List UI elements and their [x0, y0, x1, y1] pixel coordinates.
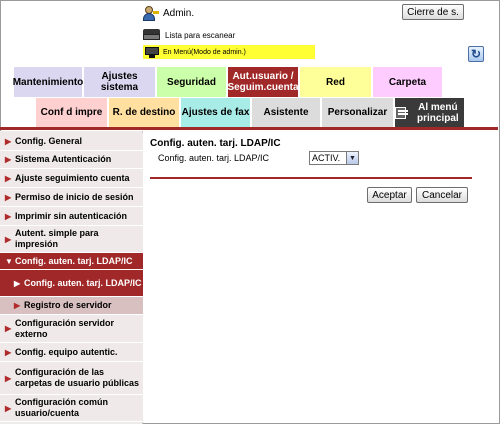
admin-user-icon — [143, 5, 159, 21]
sidebar-subitem-config-ldap-ic[interactable]: ▶ Config. auten. tarj. LDAP/IC — [0, 270, 143, 297]
tab-personalizar[interactable]: Personalizar — [322, 98, 394, 127]
sidebar-item-label: Registro de servidor — [24, 300, 112, 310]
cancel-button[interactable]: Cancelar — [416, 187, 468, 203]
admin-label: Admin. — [163, 7, 195, 19]
menu-icon — [395, 106, 408, 119]
sidebar-item-label: Config. auten. tarj. LDAP/IC — [15, 255, 133, 266]
sidebar-item-autent-simple[interactable]: ▶ Autent. simple para impresión — [0, 226, 143, 253]
sidebar-subitem-registro-servidor[interactable]: ▶ Registro de servidor — [0, 297, 143, 315]
content-divider — [150, 177, 472, 179]
arrow-right-icon: ▶ — [14, 278, 21, 288]
arrow-right-icon: ▶ — [5, 403, 12, 413]
sidebar-item-comun-usuario[interactable]: ▶ Configuración común usuario/cuenta — [0, 395, 143, 422]
scan-list-indicator[interactable]: Lista para escanear — [143, 28, 235, 42]
admin-indicator: Admin. — [143, 4, 194, 22]
sidebar-item-label: Configuración servidor externo — [15, 317, 115, 339]
page-title: Config. auten. tarj. LDAP/IC — [150, 138, 281, 149]
select-value: ACTIV. — [312, 153, 341, 163]
arrow-right-icon: ▶ — [5, 155, 12, 164]
main-menu-button[interactable]: Al menú principal — [395, 98, 465, 127]
sidebar-item-label: Imprimir sin autenticación — [15, 210, 128, 221]
sidebar-item-label: Sistema Autenticación — [15, 154, 112, 164]
arrow-right-icon: ▶ — [5, 234, 12, 244]
arrow-right-icon: ▶ — [5, 211, 12, 221]
sidebar-item-sistema-autenticacion[interactable]: ▶ Sistema Autenticación — [0, 151, 143, 169]
tab-aut-usuario[interactable]: Aut.usuario / Seguim.cuenta — [227, 67, 299, 97]
arrow-right-icon: ▶ — [5, 347, 12, 357]
sidebar-item-permiso-inicio[interactable]: ▶ Permiso de inicio de sesión — [0, 188, 143, 207]
scan-list-label: Lista para escanear — [165, 30, 236, 40]
tab-r-destino[interactable]: R. de destino — [109, 98, 180, 127]
admin-mode-banner: En Menú(Modo de admin.) — [143, 45, 315, 59]
sidebar-item-carpetas-publicas[interactable]: ▶ Configuración de las carpetas de usuar… — [0, 362, 143, 395]
ldap-ic-setting-select[interactable]: ACTIV. ▼ — [309, 151, 359, 165]
tab-ajustes-sistema[interactable]: Ajustes sistema — [84, 67, 156, 97]
main-menu-label: Al menú principal — [417, 101, 459, 124]
arrow-right-icon: ▶ — [5, 137, 12, 146]
arrow-right-icon: ▶ — [5, 192, 12, 202]
sidebar-item-ajuste-seguimiento[interactable]: ▶ Ajuste seguimiento cuenta — [0, 169, 143, 188]
arrow-down-icon: ▼ — [5, 256, 13, 266]
scanner-icon — [143, 29, 160, 41]
arrow-right-icon: ▶ — [5, 173, 12, 183]
chevron-down-icon: ▼ — [346, 152, 358, 164]
sidebar-item-label: Configuración de las carpetas de usuario… — [15, 367, 140, 388]
sidebar-item-label: Config. General — [15, 136, 83, 146]
sidebar-item-label: Config. equipo autentic. — [15, 346, 118, 357]
refresh-icon[interactable]: ↻ — [468, 46, 484, 62]
tab-carpeta[interactable]: Carpeta — [373, 67, 443, 97]
tab-asistente[interactable]: Asistente — [252, 98, 321, 127]
arrow-right-icon: ▶ — [14, 301, 21, 310]
sidebar-item-ldap-ic[interactable]: ▼ Config. auten. tarj. LDAP/IC — [0, 253, 143, 270]
tab-mantenimiento[interactable]: Mantenimiento — [13, 67, 83, 97]
tab-ajustes-fax[interactable]: Ajustes de fax — [181, 98, 251, 127]
sidebar-item-label: Configuración común usuario/cuenta — [15, 397, 108, 418]
sidebar-item-equipo-autentic[interactable]: ▶ Config. equipo autentic. — [0, 343, 143, 362]
sidebar-item-label: Config. auten. tarj. LDAP/IC — [24, 277, 142, 288]
monitor-icon — [145, 46, 159, 58]
ldap-ic-setting-label: Config. auten. tarj. LDAP/IC — [158, 153, 270, 163]
ok-button[interactable]: Aceptar — [367, 187, 412, 203]
tabs-underline — [0, 127, 498, 130]
sidebar-item-label: Permiso de inicio de sesión — [15, 191, 134, 202]
tab-seguridad[interactable]: Seguridad — [157, 67, 227, 97]
tab-conf-impre[interactable]: Conf d impre — [36, 98, 108, 127]
logout-button[interactable]: Cierre de s. — [402, 4, 464, 20]
arrow-right-icon: ▶ — [5, 324, 12, 333]
arrow-right-icon: ▶ — [5, 373, 12, 383]
sidebar: ▶ Config. General ▶ Sistema Autenticació… — [0, 131, 143, 424]
sidebar-item-imprimir-sin-auth[interactable]: ▶ Imprimir sin autenticación — [0, 207, 143, 226]
admin-mode-label: En Menú(Modo de admin.) — [163, 48, 246, 56]
sidebar-item-label: Ajuste seguimiento cuenta — [15, 172, 130, 183]
sidebar-item-label: Autent. simple para impresión — [15, 228, 99, 249]
sidebar-item-config-general[interactable]: ▶ Config. General — [0, 133, 143, 151]
tab-red[interactable]: Red — [300, 67, 372, 97]
sidebar-item-servidor-externo[interactable]: ▶ Configuración servidor externo — [0, 315, 143, 343]
